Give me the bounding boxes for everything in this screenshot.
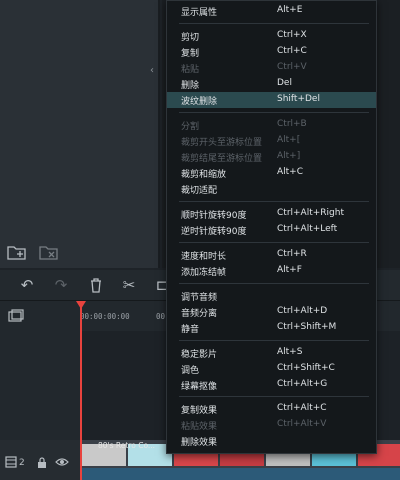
menu-item-label: 复制 bbox=[181, 49, 200, 59]
menu-item[interactable]: 删除效果 bbox=[167, 433, 376, 449]
menu-item-shortcut: Ctrl+Shift+C bbox=[277, 363, 335, 373]
menu-item-shortcut: Ctrl+Alt+Right bbox=[277, 208, 344, 218]
menu-item[interactable]: 裁切适配 bbox=[167, 181, 376, 197]
menu-divider bbox=[179, 283, 369, 284]
menu-item[interactable]: 调节音频 bbox=[167, 288, 376, 304]
add-track-icon[interactable] bbox=[8, 309, 24, 323]
media-panel bbox=[0, 0, 160, 268]
context-menu: 显示属性 Alt+E 剪切 Ctrl+X 复制 Ctrl+C 粘贴 Ctrl+V 删除 Del 波纹… bbox=[166, 0, 377, 454]
panel-divider bbox=[158, 0, 160, 268]
menu-item-label: 逆时针旋转90度 bbox=[181, 227, 247, 237]
menu-item-label: 分割 bbox=[181, 122, 200, 132]
menu-divider bbox=[179, 112, 369, 113]
menu-item[interactable]: 粘贴 Ctrl+V bbox=[167, 60, 376, 76]
menu-item-label: 音频分离 bbox=[181, 309, 218, 319]
menu-item[interactable]: 分割 Ctrl+B bbox=[167, 117, 376, 133]
delete-icon[interactable] bbox=[87, 276, 105, 294]
menu-item-shortcut: Ctrl+Alt+V bbox=[277, 419, 327, 429]
menu-item[interactable]: 剪切 Ctrl+X bbox=[167, 28, 376, 44]
menu-item-shortcut: Ctrl+Alt+G bbox=[277, 379, 328, 389]
menu-item-shortcut: Ctrl+B bbox=[277, 119, 307, 129]
track-number: 2 bbox=[19, 458, 25, 468]
menu-item-shortcut: Alt+F bbox=[277, 265, 302, 275]
menu-item-shortcut: Alt+[ bbox=[277, 135, 301, 145]
collapse-panel-icon[interactable]: ‹ bbox=[150, 65, 154, 76]
menu-item-label: 粘贴效果 bbox=[181, 422, 218, 432]
menu-item-label: 裁剪开头至游标位置 bbox=[181, 138, 263, 148]
clip-name: 80's Retro Co... bbox=[98, 441, 156, 450]
audio-waveform[interactable] bbox=[80, 468, 400, 480]
menu-item-shortcut: Ctrl+Shift+M bbox=[277, 322, 337, 332]
menu-item-shortcut: Ctrl+R bbox=[277, 249, 307, 259]
menu-item-label: 波纹删除 bbox=[181, 97, 218, 107]
menu-divider bbox=[179, 242, 369, 243]
redo-icon[interactable]: ↷ bbox=[52, 276, 70, 294]
menu-item[interactable]: 顺时针旋转90度 Ctrl+Alt+Right bbox=[167, 206, 376, 222]
menu-item[interactable]: 添加冻结帧 Alt+F bbox=[167, 263, 376, 279]
menu-item[interactable]: 复制效果 Ctrl+Alt+C bbox=[167, 401, 376, 417]
menu-item-label: 添加冻结帧 bbox=[181, 268, 227, 278]
menu-item[interactable]: 波纹删除 Shift+Del bbox=[167, 92, 376, 108]
ruler-timecode-next: 00 bbox=[156, 312, 166, 321]
lock-icon[interactable] bbox=[37, 457, 47, 468]
menu-item-label: 绿幕抠像 bbox=[181, 382, 218, 392]
menu-item-label: 调色 bbox=[181, 366, 200, 376]
menu-item[interactable]: 复制 Ctrl+C bbox=[167, 44, 376, 60]
menu-item-label: 稳定影片 bbox=[181, 350, 218, 360]
new-folder-icon[interactable] bbox=[6, 243, 28, 261]
menu-item[interactable]: 音频分离 Ctrl+Alt+D bbox=[167, 304, 376, 320]
menu-item-shortcut: Ctrl+Alt+D bbox=[277, 306, 328, 316]
menu-item-shortcut: Del bbox=[277, 78, 292, 88]
menu-item-label: 剪切 bbox=[181, 33, 200, 43]
video-track-icon bbox=[5, 456, 17, 468]
menu-item-shortcut: Ctrl+V bbox=[277, 62, 307, 72]
menu-item-label: 速度和时长 bbox=[181, 252, 227, 262]
menu-divider bbox=[179, 340, 369, 341]
menu-item[interactable]: 逆时针旋转90度 Ctrl+Alt+Left bbox=[167, 222, 376, 238]
menu-item[interactable]: 粘贴效果 Ctrl+Alt+V bbox=[167, 417, 376, 433]
menu-divider bbox=[179, 201, 369, 202]
menu-item[interactable]: 速度和时长 Ctrl+R bbox=[167, 247, 376, 263]
menu-item[interactable]: 调色 Ctrl+Shift+C bbox=[167, 361, 376, 377]
menu-item-label: 显示属性 bbox=[181, 8, 218, 18]
menu-item-label: 顺时针旋转90度 bbox=[181, 211, 247, 221]
menu-item-label: 删除效果 bbox=[181, 438, 218, 448]
menu-item[interactable]: 静音 Ctrl+Shift+M bbox=[167, 320, 376, 336]
menu-item-label: 裁剪和缩放 bbox=[181, 170, 227, 180]
menu-item-label: 删除 bbox=[181, 81, 200, 91]
menu-item[interactable]: 裁剪和缩放 Alt+C bbox=[167, 165, 376, 181]
menu-item[interactable]: 裁剪结尾至游标位置 Alt+] bbox=[167, 149, 376, 165]
menu-item[interactable]: 绿幕抠像 Ctrl+Alt+G bbox=[167, 377, 376, 393]
menu-item-shortcut: Shift+Del bbox=[277, 94, 320, 104]
menu-item-label: 裁剪结尾至游标位置 bbox=[181, 154, 263, 164]
menu-item[interactable]: 删除 Del bbox=[167, 76, 376, 92]
menu-item[interactable]: 稳定影片 Alt+S bbox=[167, 345, 376, 361]
menu-divider bbox=[179, 396, 369, 397]
playhead[interactable] bbox=[80, 301, 82, 480]
menu-item-shortcut: Alt+] bbox=[277, 151, 301, 161]
menu-item-shortcut: Ctrl+C bbox=[277, 46, 307, 56]
menu-divider bbox=[179, 23, 369, 24]
menu-item-label: 静音 bbox=[181, 325, 200, 335]
visibility-eye-icon[interactable] bbox=[55, 457, 69, 467]
menu-item-shortcut: Alt+E bbox=[277, 5, 303, 15]
menu-item-shortcut: Alt+C bbox=[277, 167, 304, 177]
menu-item-label: 粘贴 bbox=[181, 65, 200, 75]
undo-icon[interactable]: ↶ bbox=[18, 276, 36, 294]
cut-icon[interactable]: ✂ bbox=[120, 276, 138, 294]
menu-item-label: 调节音频 bbox=[181, 293, 218, 303]
menu-item-shortcut: Ctrl+X bbox=[277, 30, 307, 40]
menu-item[interactable]: 裁剪开头至游标位置 Alt+[ bbox=[167, 133, 376, 149]
playhead-handle[interactable] bbox=[76, 301, 86, 309]
menu-item-label: 复制效果 bbox=[181, 406, 218, 416]
menu-item[interactable]: 显示属性 Alt+E bbox=[167, 3, 376, 19]
menu-item-shortcut: Alt+S bbox=[277, 347, 303, 357]
menu-item-shortcut: Ctrl+Alt+Left bbox=[277, 224, 338, 234]
menu-item-label: 裁切适配 bbox=[181, 186, 218, 196]
remove-folder-icon[interactable] bbox=[38, 243, 60, 261]
ruler-timecode: 00:00:00:00 bbox=[80, 312, 130, 321]
menu-item-shortcut: Ctrl+Alt+C bbox=[277, 403, 327, 413]
